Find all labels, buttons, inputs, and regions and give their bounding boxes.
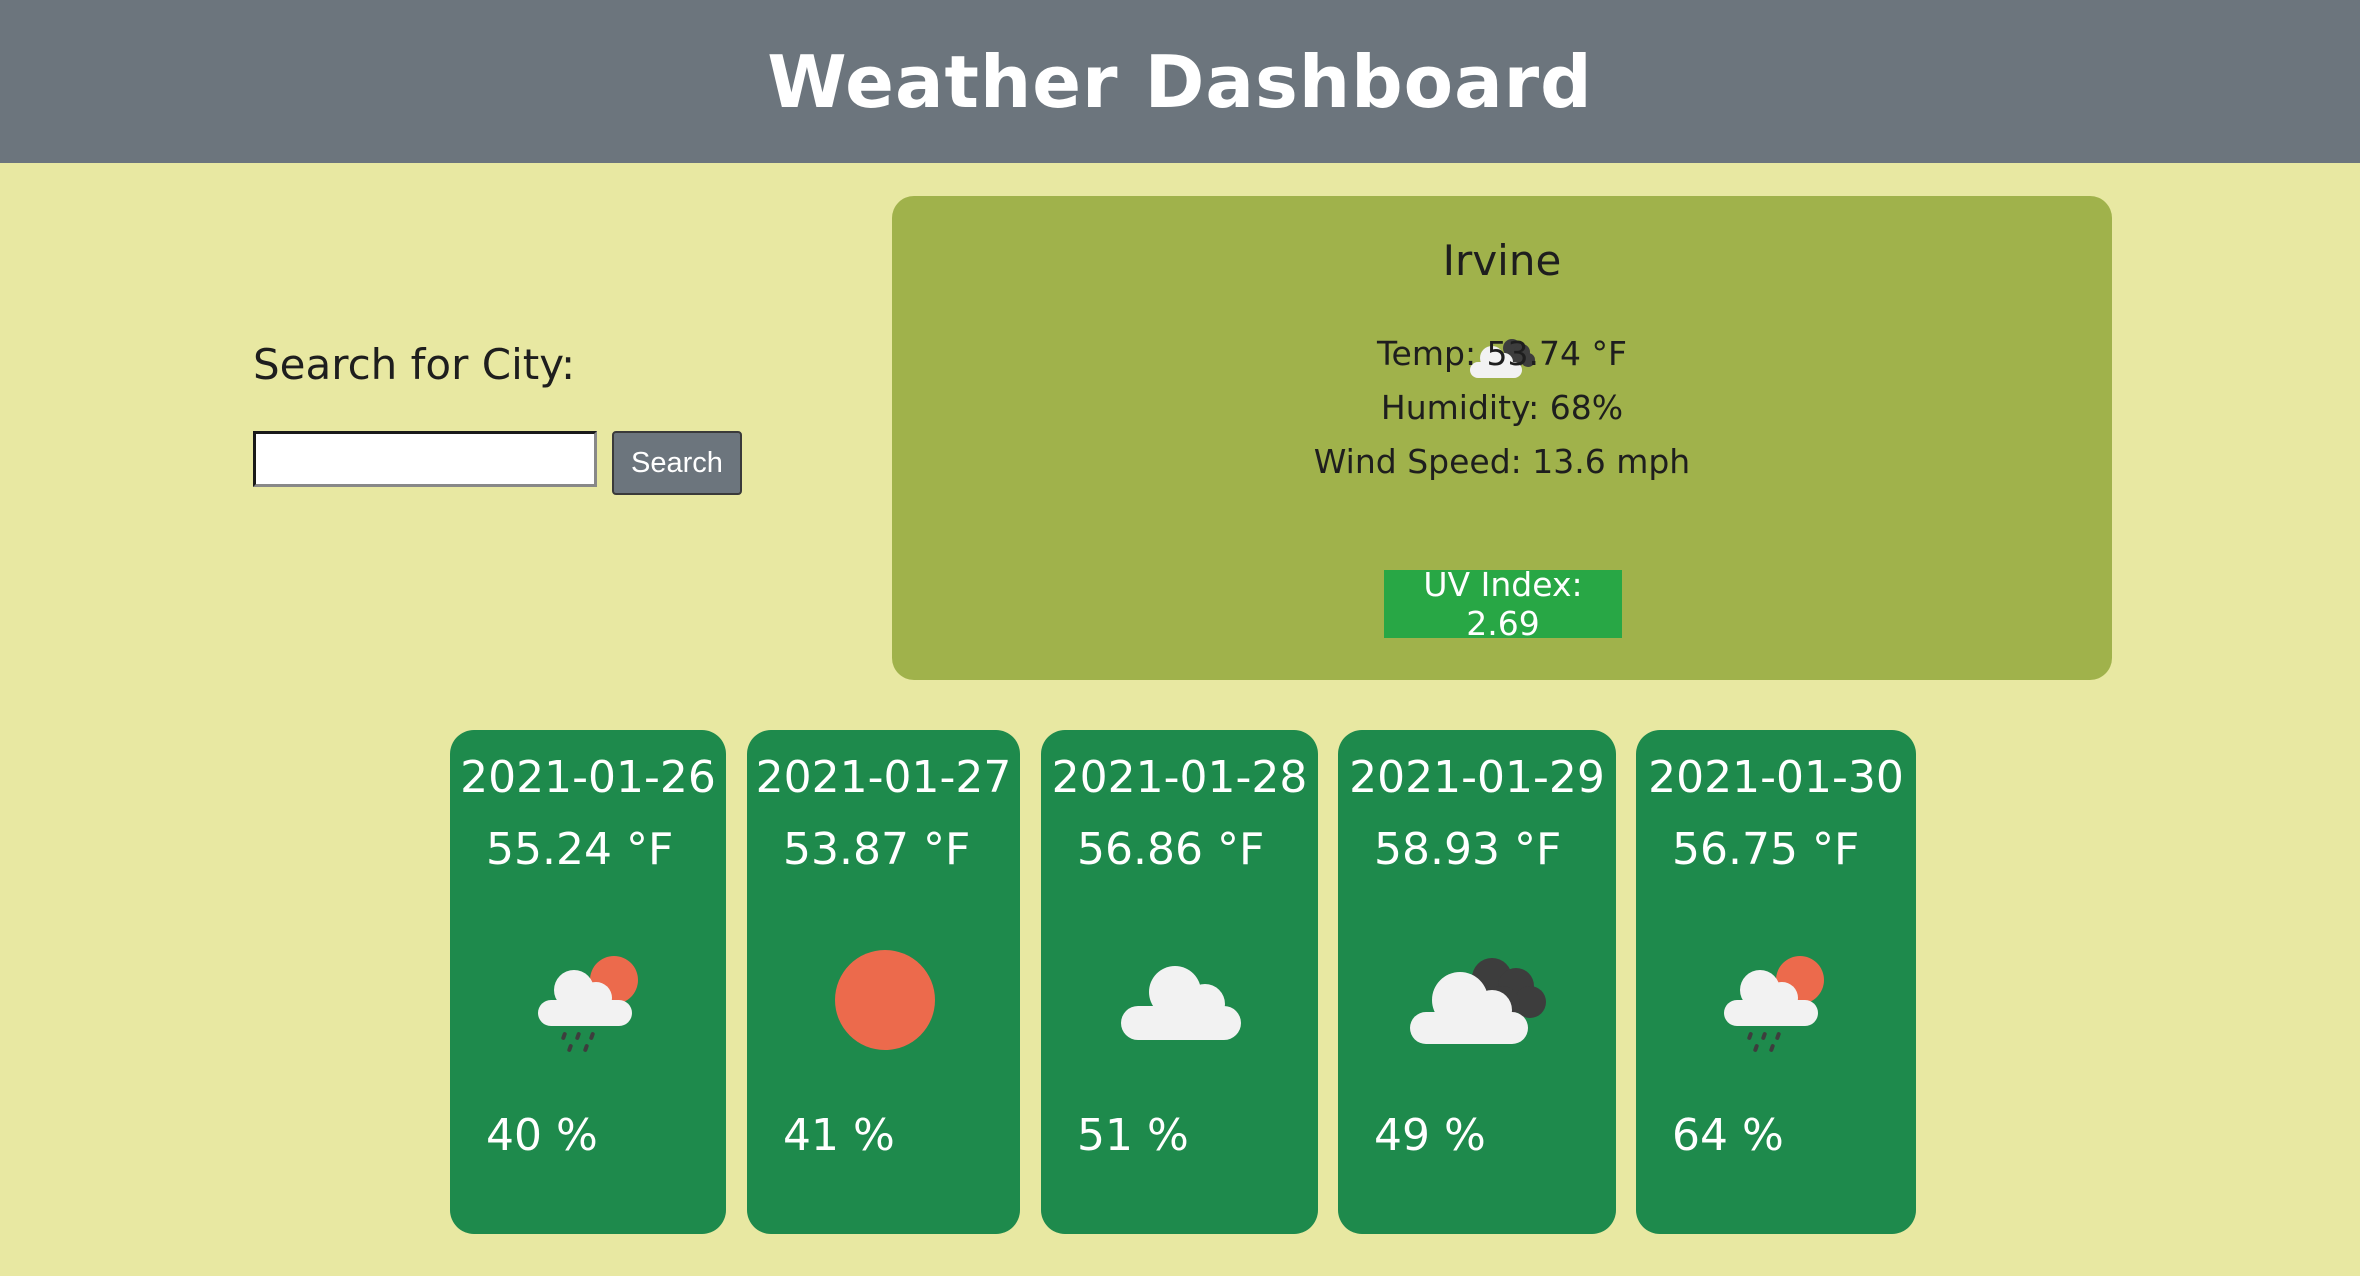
forecast-temp: 53.87 °F [783, 824, 971, 875]
current-weather-panel: Irvine Temp: 53.74 °F Humidity: 68% Wind… [892, 196, 2112, 680]
forecast-date: 2021-01-28 [1051, 752, 1308, 803]
forecast-temp: 55.24 °F [486, 824, 674, 875]
cloud-icon [1119, 948, 1243, 1056]
uv-index-badge: UV Index: 2.69 [1384, 565, 1622, 643]
sun-icon [833, 948, 937, 1056]
search-label: Search for City: [253, 340, 576, 389]
city-name: Irvine [1442, 236, 1562, 285]
header-bar: Weather Dashboard [0, 0, 2360, 163]
page-title: Weather Dashboard [767, 39, 1593, 124]
forecast-humidity: 64 % [1672, 1110, 1784, 1161]
forecast-card: 2021-01-27 53.87 °F 41 % [747, 730, 1020, 1234]
cloud-dark-icon [1406, 948, 1552, 1056]
forecast-card: 2021-01-28 56.86 °F 51 % [1041, 730, 1318, 1234]
current-temp: Temp: 53.74 °F [1377, 334, 1627, 373]
forecast-card: 2021-01-30 56.75 °F 64 % [1636, 730, 1916, 1234]
forecast-temp: 58.93 °F [1374, 824, 1562, 875]
rain-sun-icon [1720, 948, 1830, 1062]
forecast-date: 2021-01-27 [755, 752, 1012, 803]
forecast-humidity: 51 % [1077, 1110, 1189, 1161]
forecast-temp: 56.86 °F [1077, 824, 1265, 875]
current-wind-speed: Wind Speed: 13.6 mph [1313, 442, 1691, 481]
search-input[interactable] [253, 431, 597, 487]
forecast-humidity: 40 % [486, 1110, 598, 1161]
forecast-humidity: 41 % [783, 1110, 895, 1161]
rain-sun-icon [534, 948, 644, 1062]
forecast-humidity: 49 % [1374, 1110, 1486, 1161]
forecast-date: 2021-01-30 [1648, 752, 1904, 803]
forecast-date: 2021-01-29 [1349, 752, 1605, 803]
forecast-card: 2021-01-26 55.24 °F 40 % [450, 730, 726, 1234]
search-button[interactable]: Search [612, 431, 742, 495]
forecast-temp: 56.75 °F [1672, 824, 1860, 875]
current-humidity: Humidity: 68% [1380, 388, 1624, 427]
forecast-card: 2021-01-29 58.93 °F 49 % [1338, 730, 1616, 1234]
forecast-date: 2021-01-26 [460, 752, 716, 803]
